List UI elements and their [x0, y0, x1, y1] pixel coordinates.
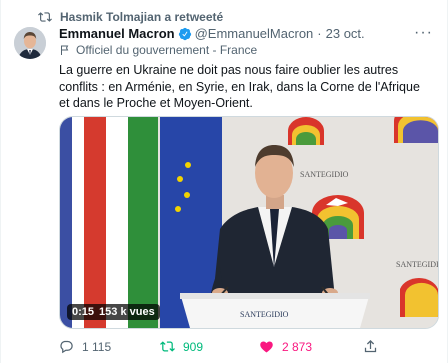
retweet-button[interactable]: 909: [160, 339, 203, 354]
tweet-text: La guerre en Ukraine ne doit pas nous fa…: [59, 63, 420, 110]
more-options-icon[interactable]: ···: [414, 24, 433, 42]
retweet-count: 909: [183, 339, 204, 354]
heart-icon: [260, 341, 273, 353]
like-button[interactable]: 2 873: [259, 339, 312, 354]
author-handle[interactable]: @EmmanuelMacron: [195, 26, 314, 41]
video-views: 153 k vues: [99, 306, 155, 318]
video-frame: SANTEGIDIO SANTEGIDIO: [60, 117, 438, 328]
reply-count: 1 115: [82, 339, 112, 354]
avatar[interactable]: [14, 27, 46, 59]
reply-icon: [60, 340, 73, 354]
video-time: 0:15: [72, 306, 95, 318]
share-button[interactable]: [363, 339, 386, 354]
backdrop-text: SANTEGIDIO: [396, 260, 438, 269]
like-count: 2 873: [282, 339, 313, 354]
tweet-card[interactable]: Hasmik Tolmajian a retweeté Emmanuel Mac…: [0, 0, 448, 363]
reply-button[interactable]: 1 115: [59, 339, 111, 354]
retweet-context: Hasmik Tolmajian a retweeté: [38, 10, 223, 24]
tweet-header: Emmanuel Macron @EmmanuelMacron · 23 oct…: [59, 26, 365, 41]
retweet-active-icon: [160, 341, 175, 352]
retweet-label[interactable]: Hasmik Tolmajian a retweeté: [60, 10, 223, 24]
action-bar: 1 115 909 2 873: [59, 339, 439, 357]
retweet-icon: [38, 12, 52, 22]
tweet-date[interactable]: 23 oct.: [326, 26, 365, 41]
video-timestamp-badge: 0:15 153 k vues: [67, 304, 160, 320]
flag-icon: [61, 45, 69, 55]
affiliation-text: Officiel du gouvernement - France: [76, 43, 258, 57]
podium-text: SANTEGIDIO: [240, 310, 289, 319]
backdrop-text-2: SANTEGIDIO: [300, 170, 349, 179]
affiliation-label: Officiel du gouvernement - France: [59, 43, 257, 57]
video-player[interactable]: SANTEGIDIO SANTEGIDIO: [59, 116, 439, 329]
rainbow-logo-2: [394, 117, 438, 143]
rainbow-logo-1: [288, 117, 324, 145]
rainbow-logo-4: [400, 277, 438, 317]
share-icon: [364, 339, 377, 353]
separator-dot: ·: [317, 26, 322, 41]
author-name[interactable]: Emmanuel Macron: [59, 26, 175, 41]
verified-badge-icon: [178, 27, 191, 40]
